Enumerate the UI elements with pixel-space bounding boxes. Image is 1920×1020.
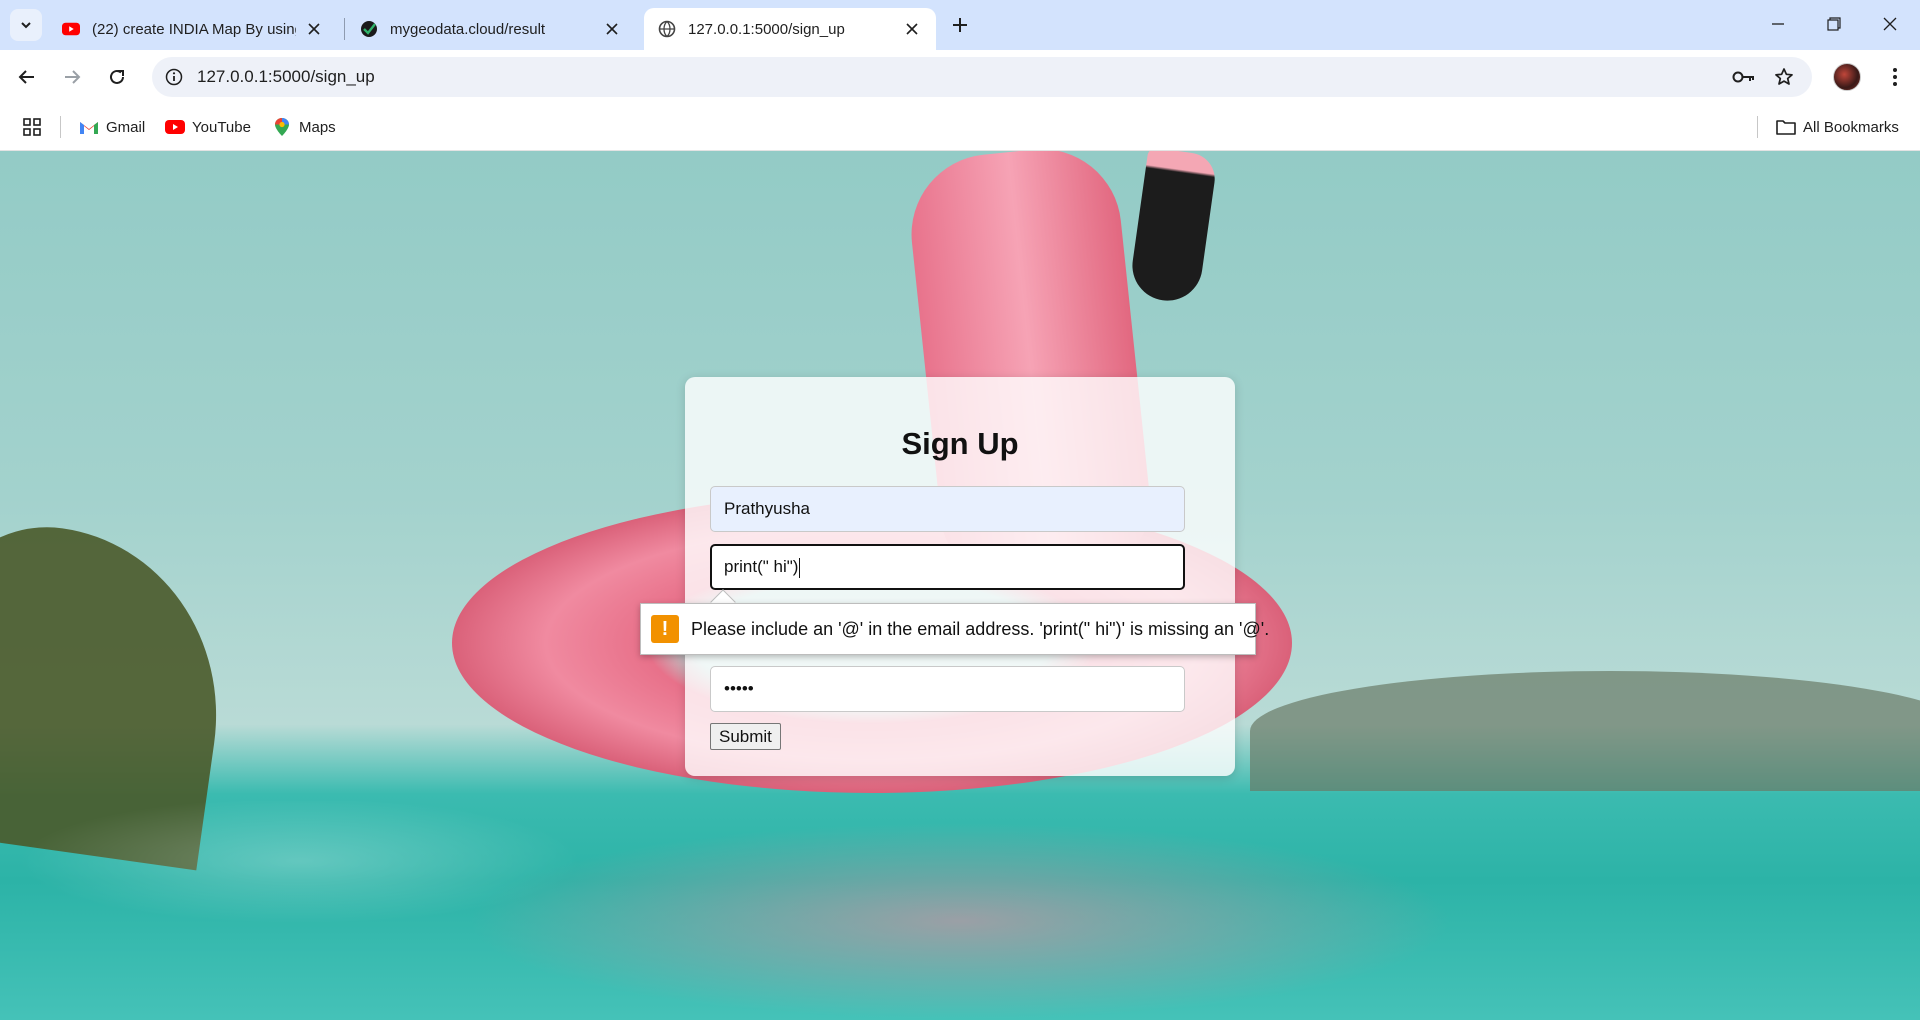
restore-icon bbox=[1827, 17, 1841, 31]
tab-title: 127.0.0.1:5000/sign_up bbox=[688, 20, 845, 38]
warning-icon: ! bbox=[651, 615, 679, 643]
tab-sign-up[interactable]: 127.0.0.1:5000/sign_up bbox=[644, 8, 936, 50]
url-text: 127.0.0.1:5000/sign_up bbox=[197, 67, 375, 86]
apps-button[interactable] bbox=[22, 115, 49, 139]
tab-strip: (22) create INDIA Map By using mygeodata… bbox=[0, 0, 1920, 50]
tab-search-button[interactable] bbox=[10, 9, 42, 41]
text-caret bbox=[799, 557, 801, 578]
gmail-icon bbox=[79, 117, 99, 137]
bookmark-label: Maps bbox=[299, 118, 336, 136]
arrow-right-icon bbox=[65, 70, 81, 84]
mygeodata-icon bbox=[360, 20, 378, 38]
restore-button[interactable] bbox=[1806, 0, 1862, 48]
bookmark-label: Gmail bbox=[106, 118, 146, 136]
email-field-value: print(" hi") bbox=[724, 557, 799, 576]
tab-youtube[interactable]: (22) create INDIA Map By using bbox=[48, 8, 338, 50]
more-vertical-icon bbox=[1893, 68, 1897, 86]
background-hill bbox=[1250, 671, 1920, 791]
page-title: Sign Up bbox=[901, 426, 1019, 461]
browser-toolbar: 127.0.0.1:5000/sign_up bbox=[0, 50, 1920, 102]
name-field-value: Prathyusha bbox=[724, 499, 810, 518]
close-tab-icon[interactable] bbox=[304, 19, 324, 39]
close-icon bbox=[1883, 17, 1897, 31]
maps-icon bbox=[272, 117, 292, 137]
profile-avatar[interactable] bbox=[1833, 63, 1861, 91]
bookmark-youtube[interactable]: YouTube bbox=[165, 115, 251, 139]
bookmarks-bar: Gmail YouTube Maps All Bookmarks bbox=[0, 102, 1920, 151]
site-info-icon[interactable] bbox=[162, 65, 186, 89]
minimize-button[interactable] bbox=[1750, 0, 1806, 48]
minimize-icon bbox=[1772, 23, 1784, 25]
globe-icon bbox=[658, 20, 676, 38]
tab-title: (22) create INDIA Map By using bbox=[92, 20, 296, 38]
background-water bbox=[0, 801, 1920, 1020]
bookmark-divider bbox=[1757, 116, 1758, 138]
validation-bubble: ! Please include an '@' in the email add… bbox=[640, 603, 1269, 655]
tab-title: mygeodata.cloud/result bbox=[390, 20, 546, 38]
forward-button[interactable] bbox=[55, 60, 89, 94]
bookmark-gmail[interactable]: Gmail bbox=[79, 115, 145, 139]
chevron-down-icon bbox=[21, 22, 31, 29]
tab-divider bbox=[344, 18, 345, 40]
plus-icon bbox=[953, 18, 967, 32]
bookmark-label: YouTube bbox=[192, 118, 251, 136]
address-bar[interactable]: 127.0.0.1:5000/sign_up bbox=[152, 57, 1812, 97]
password-field[interactable]: ••••• bbox=[710, 666, 1185, 712]
email-field[interactable]: print(" hi") bbox=[710, 544, 1185, 590]
name-field[interactable]: Prathyusha bbox=[710, 486, 1185, 532]
submit-button[interactable]: Submit bbox=[710, 723, 781, 750]
folder-icon bbox=[1776, 117, 1796, 137]
new-tab-button[interactable] bbox=[946, 11, 974, 39]
bookmark-divider bbox=[60, 116, 61, 138]
back-button[interactable] bbox=[10, 60, 44, 94]
all-bookmarks-label: All Bookmarks bbox=[1803, 118, 1899, 136]
youtube-icon bbox=[165, 117, 185, 137]
signup-form: Sign Up Prathyusha print(" hi") ••••• Su… bbox=[685, 377, 1235, 776]
bookmark-star-icon[interactable] bbox=[1772, 65, 1796, 89]
validation-message: Please include an '@' in the email addre… bbox=[691, 618, 1270, 639]
arrow-left-icon bbox=[18, 70, 34, 84]
all-bookmarks-button[interactable]: All Bookmarks bbox=[1776, 115, 1899, 139]
youtube-icon bbox=[62, 20, 80, 38]
browser-menu-button[interactable] bbox=[1880, 60, 1910, 94]
close-tab-icon[interactable] bbox=[602, 19, 622, 39]
close-tab-icon[interactable] bbox=[902, 19, 922, 39]
close-window-button[interactable] bbox=[1862, 0, 1918, 48]
tab-mygeodata[interactable]: mygeodata.cloud/result bbox=[346, 8, 636, 50]
password-field-value: ••••• bbox=[724, 679, 754, 698]
apps-grid-icon bbox=[22, 117, 42, 137]
background-flamingo-beak bbox=[1127, 151, 1219, 306]
page-viewport: Sign Up Prathyusha print(" hi") ••••• Su… bbox=[0, 151, 1920, 1020]
password-key-icon[interactable] bbox=[1732, 65, 1756, 89]
reload-button[interactable] bbox=[100, 60, 134, 94]
reload-icon bbox=[110, 69, 124, 84]
bookmark-maps[interactable]: Maps bbox=[272, 115, 336, 139]
